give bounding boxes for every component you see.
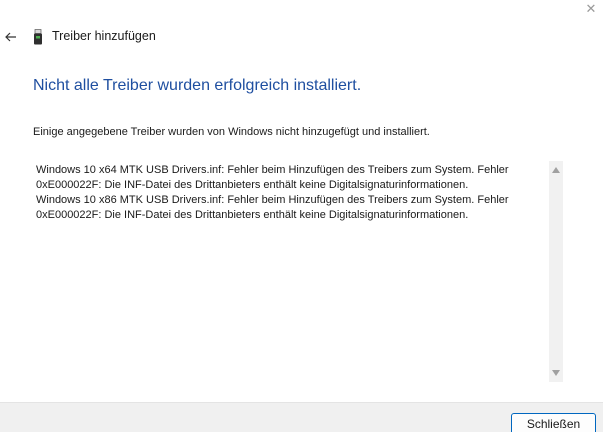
- scroll-down-arrow-icon[interactable]: [549, 366, 563, 380]
- close-button[interactable]: Schließen: [511, 413, 596, 432]
- dialog-title: Treiber hinzufügen: [52, 29, 156, 43]
- error-details-text: Windows 10 x64 MTK USB Drivers.inf: Fehl…: [36, 163, 546, 223]
- error-details-box[interactable]: Windows 10 x64 MTK USB Drivers.inf: Fehl…: [33, 159, 571, 384]
- usb-device-icon: [33, 29, 43, 45]
- error-entry: Windows 10 x86 MTK USB Drivers.inf: Fehl…: [36, 194, 509, 221]
- window-close-icon[interactable]: ✕: [579, 0, 603, 16]
- titlebar: Treiber hinzufügen: [0, 27, 400, 47]
- dialog-footer: Schließen: [0, 402, 603, 432]
- error-entry: Windows 10 x64 MTK USB Drivers.inf: Fehl…: [36, 164, 509, 191]
- scroll-up-arrow-icon[interactable]: [549, 163, 563, 177]
- vertical-scrollbar[interactable]: [549, 161, 563, 382]
- add-driver-dialog: ✕ Treiber hinzufügen Nicht alle Treiber …: [0, 0, 603, 432]
- description-text: Einige angegebene Treiber wurden von Win…: [33, 126, 430, 138]
- page-heading: Nicht alle Treiber wurden erfolgreich in…: [33, 77, 362, 94]
- back-arrow-icon[interactable]: [2, 27, 20, 47]
